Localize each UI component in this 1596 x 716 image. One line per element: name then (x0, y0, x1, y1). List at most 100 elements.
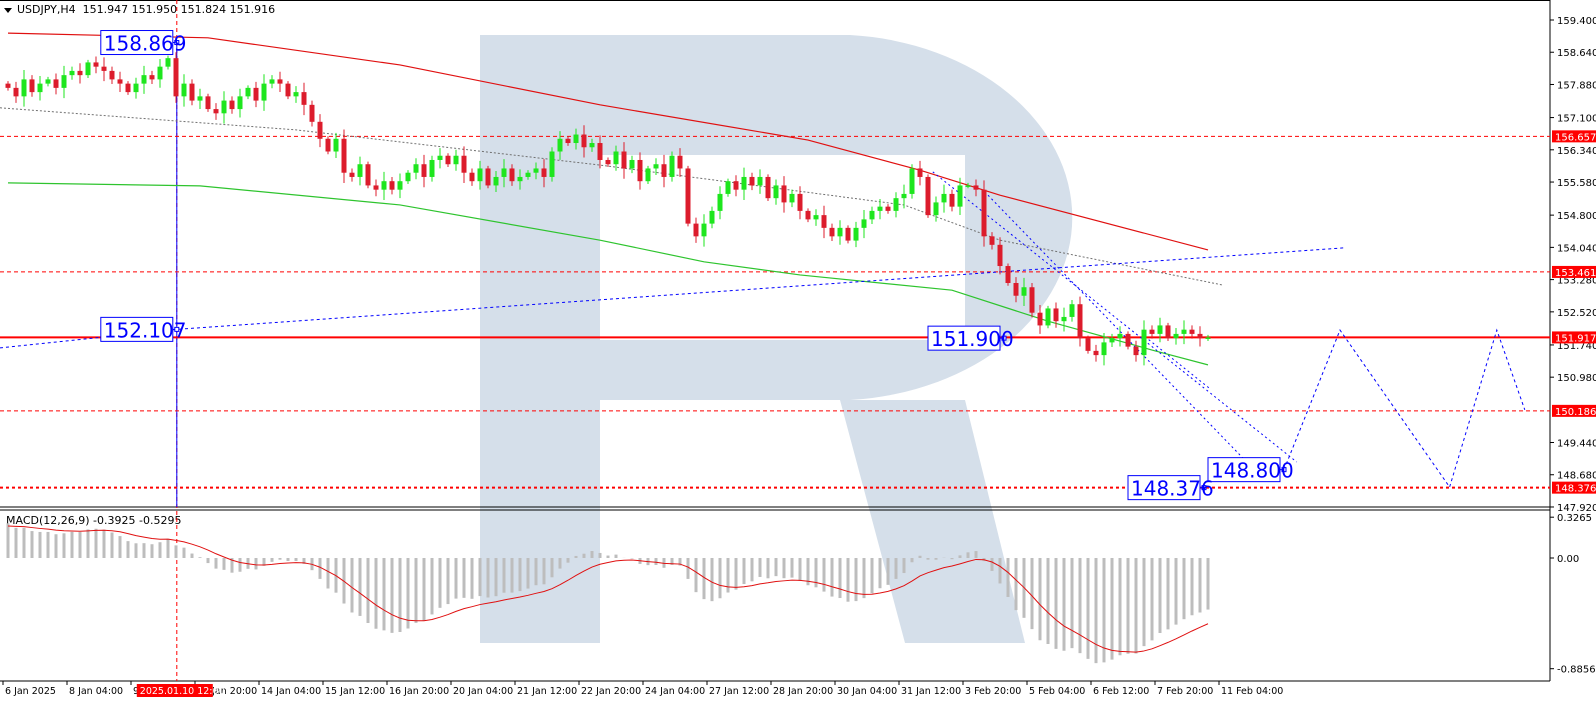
candle-body (677, 155, 683, 169)
x-tick-label: 11 Feb 04:00 (1221, 686, 1283, 697)
candle (189, 79, 195, 106)
candle-body (477, 168, 483, 182)
candle-body (789, 193, 795, 203)
candle-body (365, 164, 371, 186)
candle-body (61, 75, 67, 88)
candle-body (269, 79, 275, 84)
candle (901, 184, 907, 209)
candle-body (405, 172, 411, 182)
candle (261, 74, 267, 111)
macd-signal-line (7, 525, 1209, 653)
candle (133, 77, 139, 99)
candle-body (1061, 316, 1067, 322)
candle-body (957, 185, 963, 207)
candle (701, 214, 707, 247)
candle-body (629, 159, 635, 169)
candle (37, 75, 43, 101)
candle (949, 189, 955, 212)
candle-body (85, 62, 91, 76)
price-chart[interactable]: 159.400 158.640 157.880 157.100 156.340 155.5… (0, 0, 1596, 716)
candle (1157, 317, 1163, 343)
candle (733, 175, 739, 197)
candle-body (621, 151, 627, 169)
candle-body (389, 181, 395, 190)
candle (877, 199, 883, 220)
candle (869, 206, 875, 225)
candle (173, 52, 179, 103)
candle-body (837, 227, 843, 237)
candle (445, 153, 451, 168)
candle (1141, 320, 1147, 366)
candle (717, 186, 723, 220)
candle-body (1149, 329, 1155, 334)
candle-body (917, 168, 923, 177)
candle-body (333, 138, 339, 152)
candle-body (709, 210, 715, 224)
candle (437, 148, 443, 169)
candle-body (1125, 333, 1131, 347)
y-tick-label: 152.520 (1557, 308, 1596, 319)
x-tick-label: 8 Jan 04:00 (69, 686, 123, 697)
candle-body (861, 219, 867, 228)
x-tick-label: 3 Feb 20:00 (965, 686, 1021, 697)
candle (853, 221, 859, 248)
candle (909, 164, 915, 199)
candle-body (509, 168, 515, 182)
candle (301, 82, 307, 116)
candle-body (5, 83, 11, 88)
candle (861, 210, 867, 239)
x-tick-label: 21 Jan 12:00 (517, 686, 577, 697)
candle-body (637, 159, 643, 182)
candle (1093, 344, 1099, 362)
candle (1205, 334, 1211, 341)
candle-body (541, 168, 547, 177)
candle-body (1189, 329, 1195, 334)
candle (1069, 299, 1075, 322)
candle (725, 178, 731, 197)
price-label-text: 148.800 (1211, 459, 1294, 483)
candle-body (213, 109, 219, 114)
candle (221, 91, 227, 124)
macd-y-tick-label: 0.00 (1557, 554, 1579, 565)
x-tick-label: 20 Jan 04:00 (453, 686, 513, 697)
candle-body (453, 155, 459, 165)
candle (45, 76, 51, 87)
candle-body (693, 223, 699, 237)
candle (709, 206, 715, 229)
candle (797, 186, 803, 220)
candle (293, 86, 299, 103)
candle (933, 196, 939, 222)
candle-body (981, 189, 987, 237)
candle-body (1077, 304, 1083, 339)
candle-body (325, 138, 331, 152)
candle (885, 204, 891, 214)
candle (893, 192, 899, 218)
candle-body (1157, 325, 1163, 334)
level-price-label: 151.917 (1555, 333, 1596, 344)
y-tick-label: 149.440 (1557, 439, 1596, 450)
level-price-label: 153.461 (1555, 268, 1596, 279)
candle-body (349, 172, 355, 177)
candle-body (189, 83, 195, 101)
candle (197, 88, 203, 109)
candle-body (77, 70, 83, 76)
candle-body (773, 185, 779, 199)
candle (1077, 296, 1083, 347)
candle (661, 154, 667, 188)
candle (781, 176, 787, 213)
candle (749, 172, 755, 191)
candle-body (285, 83, 291, 97)
candle-body (429, 159, 435, 177)
x-tick-label: 14 Jan 04:00 (261, 686, 321, 697)
price-label-text: 148.376 (1131, 477, 1214, 501)
candle (549, 147, 555, 182)
candle (757, 169, 763, 194)
candle (405, 170, 411, 184)
candle-body (805, 210, 811, 220)
candle-body (93, 62, 99, 67)
candle-body (149, 75, 155, 80)
candle-body (261, 83, 267, 101)
candle (821, 205, 827, 239)
candle (637, 152, 643, 190)
candle-body (45, 79, 51, 84)
